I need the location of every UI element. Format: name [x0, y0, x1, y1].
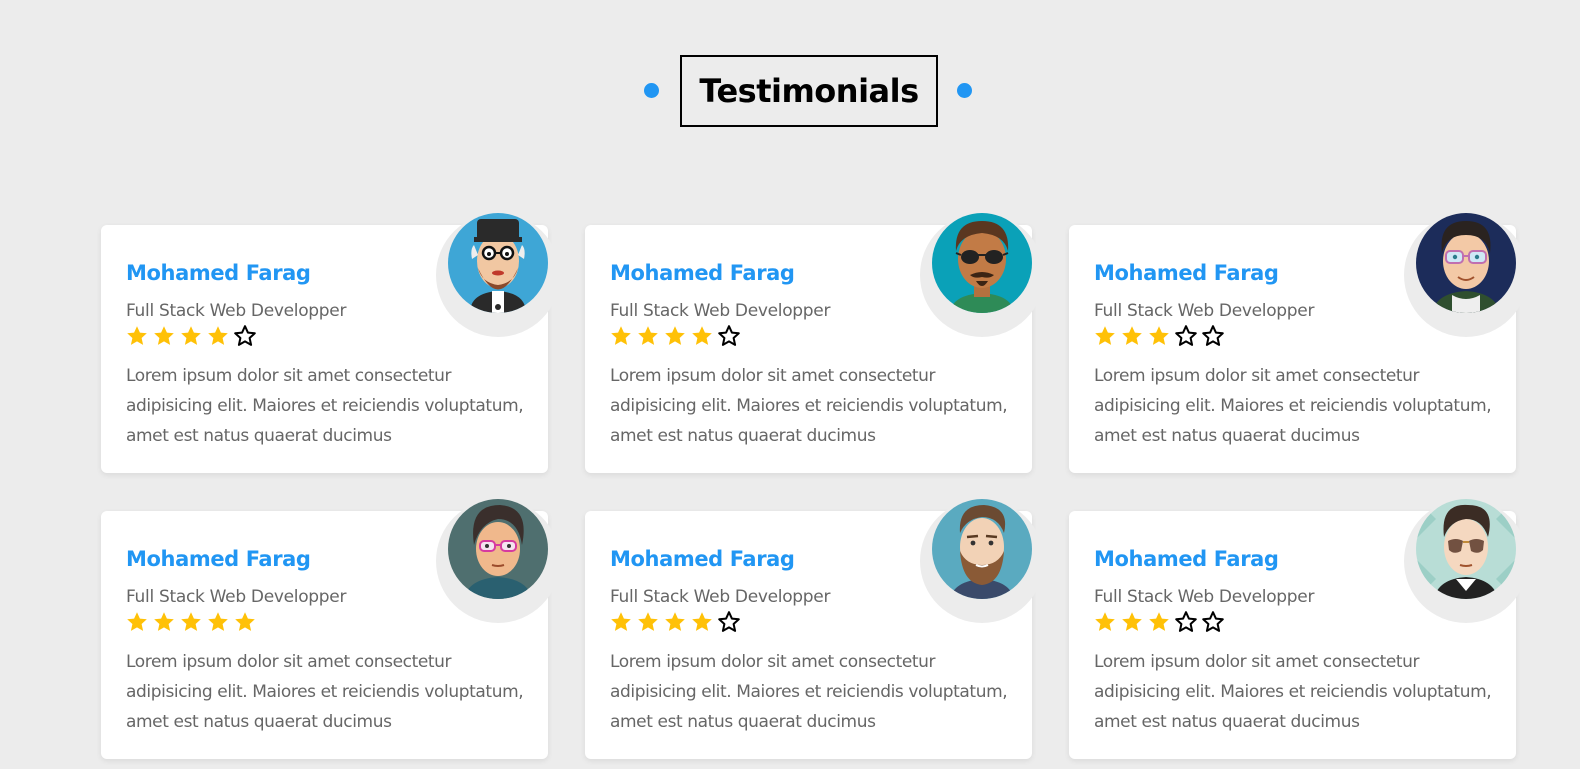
star-filled-icon	[611, 326, 631, 345]
rating-stars	[609, 610, 741, 634]
star-filled-icon	[611, 612, 631, 631]
testimonial-text: Lorem ipsum dolor sit amet consectetur a…	[1094, 652, 1492, 732]
star-empty-icon	[1202, 325, 1224, 346]
testimonial-role: Full Stack Web Developper	[610, 587, 831, 607]
sunglasses-avatar-icon	[932, 213, 1032, 313]
star-empty-icon	[718, 611, 740, 632]
star-filled-icon	[181, 326, 201, 345]
testimonials-page: Testimonials Mohamed Farag Full Stack We…	[0, 0, 1580, 769]
star-filled-icon	[692, 326, 712, 345]
testimonial-text: Lorem ipsum dolor sit amet consectetur a…	[610, 366, 1008, 446]
star-filled-icon	[127, 612, 147, 631]
title-dot-right	[957, 83, 972, 98]
testimonial-card: Mohamed Farag Full Stack Web Developper …	[1069, 213, 1528, 473]
testimonial-text: Lorem ipsum dolor sit amet consectetur a…	[610, 652, 1008, 732]
testimonial-card: Mohamed Farag Full Stack Web Developper …	[101, 213, 560, 473]
star-filled-icon	[692, 612, 712, 631]
star-filled-icon	[208, 612, 228, 631]
avatar-ring	[436, 213, 560, 337]
section-title: Testimonials	[680, 55, 938, 127]
star-empty-icon	[718, 325, 740, 346]
testimonial-name: Mohamed Farag	[610, 261, 795, 285]
testimonial-card: Mohamed Farag Full Stack Web Developper …	[1069, 499, 1528, 759]
star-filled-icon	[1095, 612, 1115, 631]
rating-stars	[1093, 610, 1225, 634]
star-filled-icon	[638, 326, 658, 345]
testimonial-role: Full Stack Web Developper	[1094, 301, 1315, 321]
testimonial-text: Lorem ipsum dolor sit amet consectetur a…	[126, 366, 524, 446]
testimonial-card: Mohamed Farag Full Stack Web Developper …	[101, 499, 560, 759]
section-header: Testimonials	[0, 55, 1580, 127]
glasses-avatar-icon	[1416, 213, 1516, 313]
testimonial-text: Lorem ipsum dolor sit amet consectetur a…	[1094, 366, 1492, 446]
testimonial-card: Mohamed Farag Full Stack Web Developper …	[585, 499, 1044, 759]
testimonial-text: Lorem ipsum dolor sit amet consectetur a…	[126, 652, 524, 732]
rating-stars	[125, 610, 257, 634]
star-filled-icon	[154, 326, 174, 345]
rating-stars	[609, 324, 741, 348]
bearded-avatar-icon	[932, 499, 1032, 599]
testimonial-name: Mohamed Farag	[1094, 547, 1279, 571]
star-filled-icon	[1122, 326, 1142, 345]
star-filled-icon	[638, 612, 658, 631]
star-filled-icon	[1149, 612, 1169, 631]
avatar-ring	[1404, 499, 1528, 623]
star-filled-icon	[665, 326, 685, 345]
testimonial-role: Full Stack Web Developper	[126, 301, 347, 321]
pink-glasses-avatar-icon	[448, 499, 548, 599]
star-filled-icon	[181, 612, 201, 631]
star-filled-icon	[154, 612, 174, 631]
hipster-avatar-icon	[448, 213, 548, 313]
testimonial-name: Mohamed Farag	[1094, 261, 1279, 285]
testimonial-role: Full Stack Web Developper	[610, 301, 831, 321]
rating-stars	[125, 324, 257, 348]
testimonial-role: Full Stack Web Developper	[1094, 587, 1315, 607]
testimonial-role: Full Stack Web Developper	[126, 587, 347, 607]
star-filled-icon	[127, 326, 147, 345]
aviator-avatar-icon	[1416, 499, 1516, 599]
title-dot-left	[644, 83, 659, 98]
rating-stars	[1093, 324, 1225, 348]
star-filled-icon	[208, 326, 228, 345]
star-empty-icon	[1202, 611, 1224, 632]
avatar-ring	[920, 213, 1044, 337]
star-filled-icon	[1095, 326, 1115, 345]
avatar-ring	[436, 499, 560, 623]
star-empty-icon	[1175, 325, 1197, 346]
testimonial-name: Mohamed Farag	[126, 547, 311, 571]
star-empty-icon	[1175, 611, 1197, 632]
avatar-ring	[1404, 213, 1528, 337]
star-filled-icon	[1122, 612, 1142, 631]
testimonial-name: Mohamed Farag	[610, 547, 795, 571]
star-filled-icon	[1149, 326, 1169, 345]
testimonial-card: Mohamed Farag Full Stack Web Developper …	[585, 213, 1044, 473]
avatar-ring	[920, 499, 1044, 623]
testimonial-name: Mohamed Farag	[126, 261, 311, 285]
star-filled-icon	[235, 612, 255, 631]
star-empty-icon	[234, 325, 256, 346]
star-filled-icon	[665, 612, 685, 631]
